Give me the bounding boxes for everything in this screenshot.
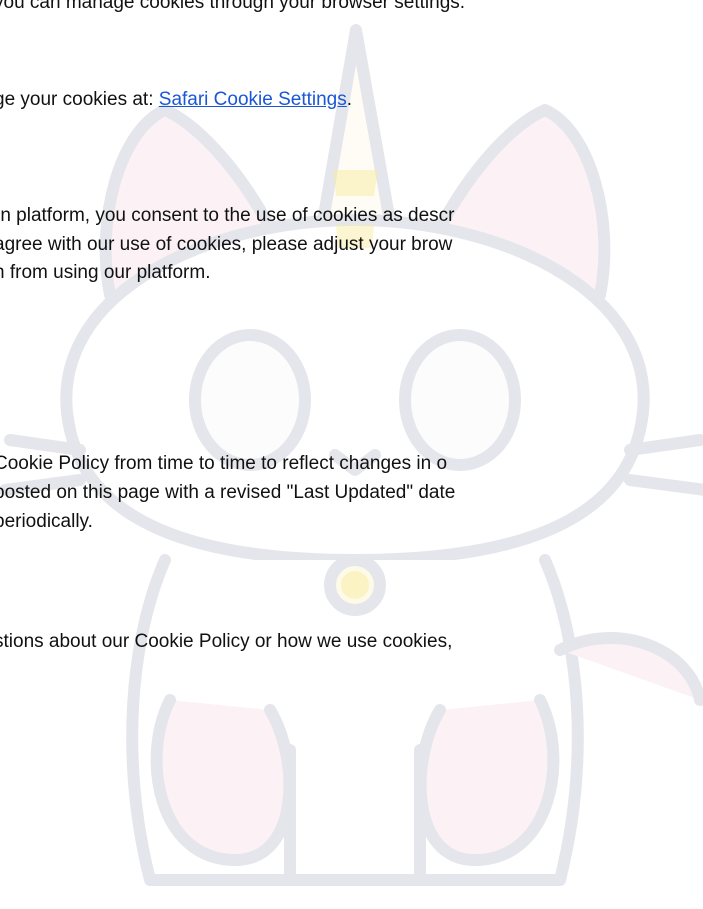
safari-cookie-settings-link[interactable]: Safari Cookie Settings [159,89,347,110]
cookie-policy-page: you can manage cookies through your brow… [0,0,703,909]
changes-line-1: Cookie Policy from time to time to refle… [0,453,448,474]
changes-line-3: periodically. [0,511,93,532]
contact-line: stions about our Cookie Policy or how we… [0,631,453,652]
document-body: you can manage cookies through your brow… [0,0,703,909]
changes-line-2: posted on this page with a revised "Last… [0,482,456,503]
browser-line-suffix: . [346,89,353,110]
consent-line-3: n from using our platform. [0,262,211,283]
consent-line-1: rn platform, you consent to the use of c… [0,205,455,226]
browser-settings-line: ge your cookies at: Safari Cookie Settin… [0,88,352,112]
consent-line-2: agree with our use of cookies, please ad… [0,234,453,255]
browser-line-prefix: ge your cookies at: [0,89,159,110]
top-line: you can manage cookies through your brow… [0,0,466,13]
